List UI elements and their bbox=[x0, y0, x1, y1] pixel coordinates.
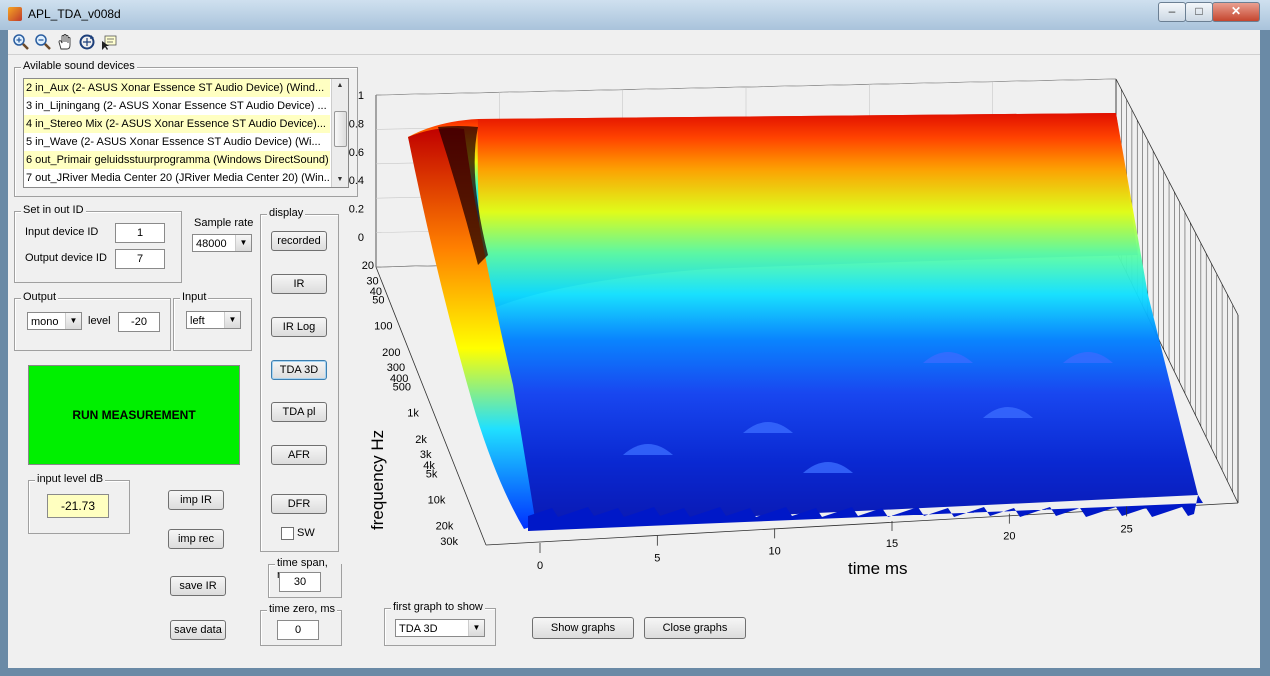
rotate-3d-icon[interactable] bbox=[78, 33, 96, 51]
figure-client-area: Avilable sound devices 2 in_Aux (2- ASUS… bbox=[8, 55, 1260, 668]
frequency-tick-label: 20 bbox=[362, 260, 374, 272]
frequency-tick-label: 50 bbox=[372, 295, 384, 307]
figure-toolbar bbox=[8, 30, 1260, 55]
frequency-tick-label: 500 bbox=[393, 381, 411, 393]
time-tick-label: 20 bbox=[1003, 531, 1015, 543]
frequency-tick-label: 30k bbox=[440, 536, 458, 548]
z-tick-label: 0.4 bbox=[349, 175, 364, 187]
time-tick-label: 15 bbox=[886, 538, 898, 550]
frequency-tick-label: 2k bbox=[415, 434, 427, 446]
z-tick-labels: 1 0.8 0.6 0.4 0.2 0 bbox=[349, 90, 364, 244]
frequency-tick-label: 100 bbox=[374, 321, 392, 333]
time-tick-label: 10 bbox=[769, 545, 781, 557]
frequency-tick-label: 10k bbox=[428, 495, 446, 507]
z-tick-label: 0.8 bbox=[349, 118, 364, 130]
z-tick-label: 1 bbox=[358, 90, 364, 102]
matlab-app-icon bbox=[8, 7, 22, 21]
minimize-button[interactable]: – bbox=[1158, 2, 1186, 22]
time-tick-label: 25 bbox=[1121, 523, 1133, 535]
frequency-tick-label: 20k bbox=[436, 521, 454, 533]
z-tick-label: 0.2 bbox=[349, 204, 364, 216]
frequency-tick-label: 200 bbox=[382, 347, 400, 359]
close-button[interactable]: ✕ bbox=[1212, 2, 1260, 22]
time-axis-label: time ms bbox=[848, 559, 908, 578]
title-bar: APL_TDA_v008d – □ ✕ bbox=[0, 0, 1270, 30]
zoom-out-icon[interactable] bbox=[34, 33, 52, 51]
surface-mesh bbox=[408, 113, 1203, 531]
frequency-tick-label: 1k bbox=[407, 408, 419, 420]
tda-3d-surface-plot[interactable]: 10.80.60.40.20 203040501002003004005001k… bbox=[8, 55, 1260, 668]
window-title: APL_TDA_v008d bbox=[28, 7, 121, 21]
time-tick-label: 0 bbox=[537, 560, 543, 572]
frequency-tick-label: 5k bbox=[426, 468, 438, 480]
pan-hand-icon[interactable] bbox=[56, 33, 74, 51]
time-tick-label: 5 bbox=[654, 553, 660, 565]
surface-main bbox=[477, 113, 1198, 525]
frequency-axis-label: frequency Hz bbox=[368, 429, 387, 530]
z-tick-label: 0 bbox=[358, 232, 364, 244]
data-cursor-icon[interactable] bbox=[100, 33, 118, 51]
zoom-in-icon[interactable] bbox=[12, 33, 30, 51]
z-tick-label: 0.6 bbox=[349, 147, 364, 159]
maximize-button[interactable]: □ bbox=[1185, 2, 1213, 22]
